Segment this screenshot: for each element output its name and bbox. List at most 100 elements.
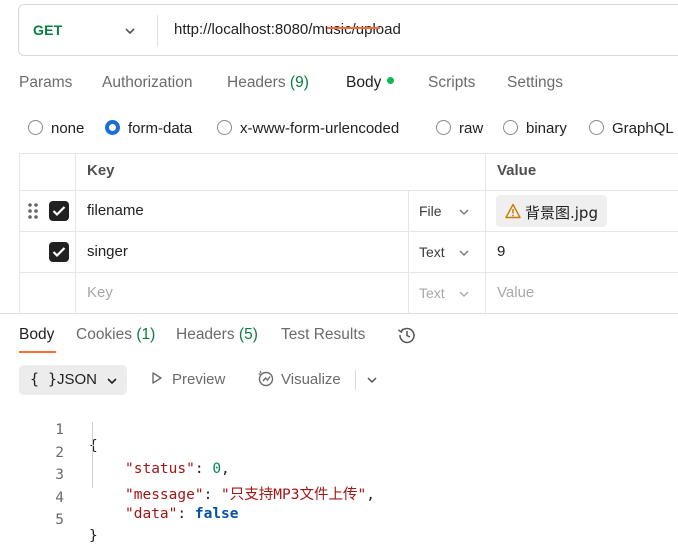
- table-border: [19, 231, 678, 232]
- active-dot-icon: [387, 77, 395, 85]
- radio-label: GraphQL: [612, 120, 674, 137]
- radio-binary[interactable]: binary: [503, 119, 567, 137]
- radio-x-www-form-urlencoded[interactable]: x-www-form-urlencoded: [217, 119, 400, 137]
- file-name: 背景图.jpg: [525, 204, 598, 222]
- chevron-down-icon[interactable]: [458, 247, 470, 259]
- radio-label: raw: [459, 120, 484, 137]
- tab-params[interactable]: Params: [19, 74, 72, 92]
- row-type-select[interactable]: File: [419, 203, 442, 219]
- radio-circle-icon: [589, 119, 604, 135]
- tab-label: Cookies: [76, 326, 132, 343]
- new-value-input[interactable]: Value: [497, 284, 534, 301]
- radio-circle-icon: [217, 119, 232, 135]
- tab-label: Settings: [507, 74, 564, 91]
- response-tab-headers[interactable]: Headers (5): [176, 326, 258, 344]
- table-border: [485, 153, 486, 313]
- new-row-type-select[interactable]: Text: [419, 285, 445, 301]
- response-tab-cookies[interactable]: Cookies (1): [76, 326, 155, 344]
- table-border: [19, 272, 678, 273]
- url-bar: GET http://localhost:8080/music/upload: [18, 4, 678, 56]
- radio-form-data[interactable]: form-data: [105, 119, 193, 137]
- code-line: 4 "data": false: [0, 474, 678, 522]
- url-divider: [157, 15, 158, 47]
- radio-label: none: [51, 120, 85, 137]
- tab-label: Test Results: [281, 326, 366, 343]
- tab-label: Authorization: [102, 74, 193, 91]
- tab-label: Body: [19, 326, 55, 343]
- radio-circle-icon: [436, 119, 451, 135]
- table-border: [75, 153, 76, 313]
- chevron-down-icon[interactable]: [458, 206, 470, 218]
- url-input[interactable]: http://localhost:8080/music/upload: [174, 21, 401, 38]
- radio-circle-icon: [28, 119, 43, 135]
- active-response-tab-underline: [19, 351, 56, 353]
- toolbar-divider: [355, 370, 356, 390]
- format-label: JSON: [57, 371, 98, 388]
- response-tab-body[interactable]: Body: [19, 326, 54, 344]
- tab-settings[interactable]: Settings: [507, 74, 563, 92]
- table-border: [408, 190, 409, 313]
- column-header-value: Value: [497, 162, 537, 179]
- warning-icon: [505, 203, 521, 219]
- code-line: 1 {: [0, 406, 678, 454]
- response-divider: [0, 313, 678, 314]
- tab-count: (1): [136, 326, 156, 343]
- preview-label: Preview: [172, 371, 226, 388]
- radio-raw[interactable]: raw: [436, 119, 484, 137]
- row-checkbox[interactable]: [49, 242, 69, 262]
- file-chip[interactable]: 背景图.jpg: [496, 195, 607, 227]
- radio-label: form-data: [128, 120, 193, 137]
- check-icon: [52, 247, 66, 258]
- tab-label: Scripts: [428, 74, 476, 91]
- tab-count: (9): [289, 74, 309, 91]
- table-border: [19, 153, 20, 313]
- close-brace: }: [89, 528, 98, 544]
- radio-graphql[interactable]: GraphQL: [589, 119, 674, 137]
- tab-label: Headers: [176, 326, 235, 343]
- visualize-label: Visualize: [281, 371, 341, 388]
- tab-authorization[interactable]: Authorization: [102, 74, 192, 92]
- row-key[interactable]: singer: [87, 243, 128, 260]
- chevron-down-icon[interactable]: [458, 288, 470, 300]
- check-icon: [52, 206, 66, 217]
- tab-scripts[interactable]: Scripts: [428, 74, 475, 92]
- table-border: [19, 190, 678, 191]
- indent-guide: [92, 422, 93, 488]
- tab-count: (5): [238, 326, 258, 343]
- method-select[interactable]: GET: [33, 22, 62, 38]
- preview-button[interactable]: Preview: [150, 371, 225, 388]
- active-tab-underline: [327, 27, 380, 29]
- chevron-down-icon[interactable]: [123, 24, 137, 38]
- chevron-down-icon: [107, 378, 117, 385]
- braces-icon: { }: [30, 370, 58, 388]
- radio-circle-icon: [503, 119, 518, 135]
- column-header-key: Key: [87, 162, 115, 179]
- tab-label: Headers: [227, 74, 286, 91]
- radio-label: x-www-form-urlencoded: [240, 120, 400, 137]
- history-icon[interactable]: [397, 325, 417, 345]
- format-select[interactable]: { } JSON: [19, 365, 127, 395]
- visualize-icon: [258, 370, 274, 387]
- radio-none[interactable]: none: [28, 119, 85, 137]
- line-number: 5: [55, 512, 64, 528]
- row-type-select[interactable]: Text: [419, 244, 445, 260]
- code-line: 2 "status": 0,: [0, 429, 678, 477]
- play-icon: [152, 372, 162, 384]
- row-key[interactable]: filename: [87, 202, 144, 219]
- radio-label: binary: [526, 120, 567, 137]
- new-key-input[interactable]: Key: [87, 284, 113, 301]
- row-value[interactable]: 9: [497, 243, 505, 260]
- tab-label: Body: [346, 74, 382, 91]
- drag-handle-icon[interactable]: [27, 202, 39, 220]
- radio-selected-icon: [105, 119, 120, 135]
- visualize-button[interactable]: Visualize: [257, 370, 341, 389]
- chevron-down-icon[interactable]: [366, 374, 378, 386]
- code-line: 5 }: [0, 496, 678, 544]
- tab-body[interactable]: Body: [346, 74, 395, 92]
- code-line: 3 "message": "只支持MP3文件上传",: [0, 451, 678, 503]
- response-tab-test-results[interactable]: Test Results: [281, 326, 365, 344]
- table-border: [19, 153, 678, 154]
- tab-headers[interactable]: Headers (9): [227, 74, 309, 92]
- tab-label: Params: [19, 74, 73, 91]
- row-checkbox[interactable]: [49, 201, 69, 221]
